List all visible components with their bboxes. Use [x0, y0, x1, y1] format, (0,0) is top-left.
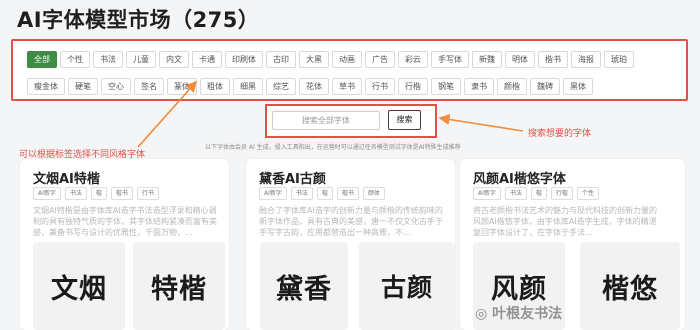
watermark: ◎ 叶根友书法 [475, 303, 562, 323]
card-tag-list: AI新字 书法 楷 楷书 颜体 [259, 187, 385, 200]
font-preview[interactable]: 黛香 [260, 242, 348, 330]
font-card[interactable]: 文烟AI特楷 AI新字 书法 楷 楷书 行书 文烟AI特楷是由字体库AI造字书法… [20, 159, 229, 330]
tag-chip[interactable]: 行书 [365, 78, 395, 95]
font-preview[interactable]: 文烟 [33, 242, 125, 330]
tag-chip[interactable]: 行楷 [398, 78, 428, 95]
tag-chip[interactable]: 魏碑 [530, 78, 560, 95]
tag-chip[interactable]: 新魏 [472, 51, 502, 68]
card-tag[interactable]: 楷书 [110, 187, 133, 200]
annotation-search-hint: 搜索想要的字体 [528, 129, 592, 139]
tag-chip[interactable]: 颜楷 [497, 78, 527, 95]
preview-text: 特楷 [151, 273, 207, 305]
tag-filter-panel: 全部 个性 书法 儿童 内文 卡通 印刷体 古印 大黑 动画 广告 彩云 手写体 新魏 明体 楷书 海报 琥珀瘦金… [11, 39, 688, 101]
tag-chip[interactable]: 古印 [266, 51, 296, 68]
card-tag[interactable]: 楷 [530, 187, 547, 200]
card-tag[interactable]: AI新字 [33, 187, 61, 200]
page-title: AI字体模型市场（275） [17, 8, 260, 32]
card-tag[interactable]: AI新字 [473, 187, 501, 200]
card-description: 文烟AI特楷是由字体库AI造字书法造型浮录和精心调制的具有独特气质的字体，其字体… [33, 206, 217, 237]
tag-chip[interactable]: 内文 [159, 51, 189, 68]
tag-chip[interactable]: 硬笔 [68, 78, 98, 95]
tag-chip[interactable]: 手写体 [431, 51, 469, 68]
tag-chip[interactable]: 明体 [505, 51, 535, 68]
tag-chip-active[interactable]: 全部 [27, 51, 57, 68]
card-tag[interactable]: 颜体 [362, 187, 385, 200]
tag-chip[interactable]: 动画 [332, 51, 362, 68]
tag-chip[interactable]: 黑体 [563, 78, 593, 95]
card-tag[interactable]: 行书 [136, 187, 159, 200]
weibo-icon: ◎ [475, 306, 493, 322]
tag-chip[interactable]: 瘦金体 [27, 78, 65, 95]
annotation-arrow-right [438, 113, 524, 132]
card-tag[interactable]: 个性 [576, 187, 599, 200]
card-tag[interactable]: 书法 [290, 187, 313, 200]
font-preview[interactable]: 楷悠 [580, 242, 680, 330]
tag-chip[interactable]: 印刷体 [225, 51, 263, 68]
card-tag-list: AI新字 书法 楷 行楷 个性 [473, 187, 599, 200]
tag-chip[interactable]: 草书 [332, 78, 362, 95]
tag-chip[interactable]: 书法 [93, 51, 123, 68]
font-card[interactable]: 黛香AI古颜 AI新字 书法 楷 楷书 颜体 融合了字体库AI造字的创新力量与颜… [246, 159, 455, 330]
card-tag[interactable]: 书法 [64, 187, 87, 200]
preview-text: 文烟 [51, 273, 107, 305]
preview-text: 古颜 [380, 273, 433, 302]
tag-chip[interactable]: 细黑 [233, 78, 263, 95]
tag-chip[interactable]: 花体 [299, 78, 329, 95]
card-title[interactable]: 黛香AI古颜 [259, 168, 326, 187]
preview-text: 风颜 [491, 273, 547, 305]
preview-text: 黛香 [276, 273, 332, 305]
tag-chip[interactable]: 琥珀 [604, 51, 634, 68]
tag-chip[interactable]: 空心 [101, 78, 131, 95]
card-title[interactable]: 风颜AI楷悠字体 [473, 168, 566, 187]
tag-chip[interactable]: 儿童 [126, 51, 156, 68]
card-tag[interactable]: 楷 [316, 187, 333, 200]
tag-chip[interactable]: 签名 [134, 78, 164, 95]
search-button[interactable]: 搜索 [388, 110, 421, 130]
search-bar: 搜索全部字体 搜索 [265, 104, 437, 138]
card-title[interactable]: 文烟AI特楷 [33, 168, 100, 187]
disclaimer-note: 以下字体由会员 AI 生成，侵入工具阳出，在运营时可以通过任务模型测试字体是AI… [205, 144, 461, 151]
card-tag[interactable]: AI新字 [259, 187, 287, 200]
card-tag[interactable]: 行楷 [550, 187, 573, 200]
watermark-text: 叶根友书法 [492, 306, 563, 322]
tag-chip[interactable]: 钢笔 [431, 78, 461, 95]
font-preview[interactable]: 特楷 [133, 242, 225, 330]
tag-chip[interactable]: 篆体 [167, 78, 197, 95]
font-preview[interactable]: 古颜 [359, 242, 455, 330]
tag-chip[interactable]: 卡通 [192, 51, 222, 68]
tag-chip[interactable]: 楷书 [538, 51, 568, 68]
tag-chip[interactable]: 海报 [571, 51, 601, 68]
preview-text: 楷悠 [602, 273, 658, 305]
card-tag[interactable]: 楷 [90, 187, 107, 200]
tag-chip[interactable]: 综艺 [266, 78, 296, 95]
tag-chip[interactable]: 隶书 [464, 78, 494, 95]
tag-list: 全部 个性 书法 儿童 内文 卡通 印刷体 古印 大黑 动画 广告 彩云 手写体 新魏 明体 楷书 海报 琥珀瘦金… [27, 51, 687, 95]
card-tag[interactable]: 书法 [504, 187, 527, 200]
card-description: 融合了字体库AI造字的创新力量与颜楷的传统韵味的新字体作品，具有古典的美感，唐一… [259, 206, 443, 237]
card-tag[interactable]: 楷书 [336, 187, 359, 200]
search-input[interactable]: 搜索全部字体 [272, 111, 380, 130]
tag-chip[interactable]: 广告 [365, 51, 395, 68]
tag-chip[interactable]: 个性 [60, 51, 90, 68]
card-tag-list: AI新字 书法 楷 楷书 行书 [33, 187, 159, 200]
tag-chip[interactable]: 大黑 [299, 51, 329, 68]
card-description: 将古老颜楷书法艺术的魅力与现代科技的创新力量的风颜AI楷悠字体，由字体库AI造字… [473, 206, 657, 237]
tag-chip[interactable]: 粗体 [200, 78, 230, 95]
tag-chip[interactable]: 彩云 [398, 51, 428, 68]
